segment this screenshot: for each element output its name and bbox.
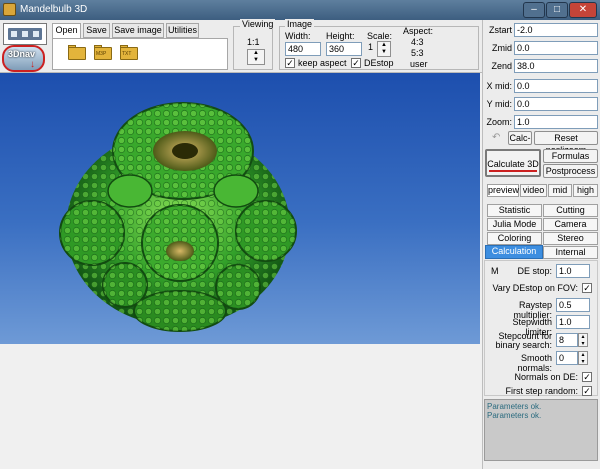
zstart-field[interactable]: -2.0 [514, 23, 598, 37]
tab-cutting[interactable]: Cutting [543, 204, 598, 217]
stepwidth-field[interactable]: 1.0 [556, 315, 590, 329]
first-step-random-checkbox[interactable]: ✓ [582, 386, 592, 396]
undo-icon[interactable]: ↶ [492, 132, 500, 143]
zstart-label: Zstart [488, 25, 512, 35]
width-label: Width: [285, 31, 311, 41]
txt-ext: TXT [122, 51, 132, 57]
3dnav-button[interactable]: 3Dnav ↓ [2, 45, 45, 72]
xmid-label: X mid: [486, 81, 512, 91]
aspect-label: Aspect: [403, 26, 434, 36]
de-stop-field[interactable]: 1.0 [556, 264, 590, 278]
zmid-field[interactable]: 0.0 [514, 41, 598, 55]
ymid-label: Y mid: [486, 99, 512, 109]
tab-stereo[interactable]: Stereo [543, 232, 598, 245]
window-title: Mandelbulb 3D [20, 4, 88, 15]
zoom-field[interactable]: 1.0 [514, 115, 598, 129]
smooth-normals-field[interactable]: 0 [556, 351, 578, 365]
status-line: Parameters ok. [487, 411, 542, 420]
mandelbulb-render [59, 102, 297, 332]
tab-save[interactable]: Save [83, 23, 110, 38]
destop-label: DEstop [364, 58, 394, 68]
tab-high[interactable]: high [573, 184, 598, 197]
ymid-field[interactable]: 0.0 [514, 97, 598, 111]
tab-open[interactable]: Open [52, 23, 81, 39]
title-bar: Mandelbulb 3D – □ ✕ [0, 0, 600, 20]
viewing-title: Viewing [240, 19, 276, 29]
tab-internal[interactable]: Internal [543, 246, 598, 259]
formulas-button[interactable]: Formulas [543, 149, 598, 163]
tab-calculation[interactable]: Calculation [485, 245, 543, 259]
zend-field[interactable]: 38.0 [514, 59, 598, 73]
vary-destop-label: Vary DEstop on FOV: [492, 283, 578, 293]
postprocess-button[interactable]: Postprocess [543, 164, 598, 178]
3dnav-label: 3Dnav [8, 49, 36, 59]
aspect-5-3[interactable]: 5:3 [411, 48, 424, 58]
vary-destop-checkbox[interactable]: ✓ [582, 283, 592, 293]
smooth-normals-label: Smooth normals: [517, 353, 552, 373]
scale-label: Scale: [367, 31, 393, 41]
aspect-4-3[interactable]: 4:3 [411, 37, 424, 47]
zoom-label: Zoom: [486, 117, 512, 127]
normals-on-de-checkbox[interactable]: ✓ [582, 372, 592, 382]
close-button[interactable]: ✕ [569, 2, 597, 18]
tab-preview[interactable]: preview [487, 184, 519, 197]
normals-on-de-label: Normals on DE: [514, 372, 578, 382]
tab-camera[interactable]: Camera [543, 218, 598, 231]
scale-spinner[interactable]: ▲ ▼ [377, 41, 391, 57]
render-viewport[interactable] [0, 73, 480, 344]
width-field[interactable]: 480 [285, 42, 321, 56]
stepcount-field[interactable]: 8 [556, 333, 578, 347]
tab-mid[interactable]: mid [548, 184, 572, 197]
tab-utilities[interactable]: Utilities [166, 23, 199, 38]
height-label: Height: [326, 31, 355, 41]
aspect-user[interactable]: user [410, 59, 428, 69]
tab-coloring[interactable]: Coloring [487, 232, 542, 245]
calc-minus-button[interactable]: Calc- [508, 131, 532, 145]
destop-checkbox[interactable]: ✓ [351, 58, 361, 68]
raystep-field[interactable]: 0.5 [556, 298, 590, 312]
de-stop-label: DE stop: [517, 266, 552, 276]
first-step-random-label: First step random: [505, 386, 578, 396]
tab-statistic[interactable]: Statistic [487, 204, 542, 217]
viewing-ratio: 1:1 [247, 37, 260, 47]
file-tabstrip: Open Save Save image Utilities [52, 23, 228, 39]
zmid-label: Zmid [492, 43, 512, 53]
stepcount-label: Stepcount for binary search: [486, 332, 552, 350]
cursor-marker-icon: ↓ [30, 59, 35, 70]
stepcount-spinner[interactable]: ▴ ▾ [578, 333, 588, 347]
folder-txt-icon[interactable]: TXT [117, 43, 141, 67]
xmid-field[interactable]: 0.0 [514, 79, 598, 93]
viewing-spinner[interactable]: ▲ ▼ [247, 49, 265, 65]
keep-aspect-checkbox[interactable]: ✓ [285, 58, 295, 68]
file-panel: M3P TXT [52, 38, 228, 70]
smooth-normals-spinner[interactable]: ▴ ▾ [578, 351, 588, 365]
status-log: Parameters ok. Parameters ok. [484, 399, 598, 461]
calculate-underline [489, 170, 537, 172]
tab-save-image[interactable]: Save image [112, 23, 164, 38]
minimize-button[interactable]: – [523, 2, 545, 18]
keep-aspect-label: keep aspect [298, 58, 347, 68]
app-icon [3, 3, 16, 16]
reset-poszoom-button[interactable]: Reset poslizoom [534, 131, 598, 155]
folder-m3p-icon[interactable]: M3P [91, 43, 115, 67]
zend-label: Zend [491, 61, 512, 71]
image-title: Image [285, 19, 315, 29]
maximize-button[interactable]: □ [546, 2, 568, 18]
film-logo-icon [3, 23, 47, 45]
tab-video[interactable]: video [520, 184, 547, 197]
height-field[interactable]: 360 [326, 42, 362, 56]
stepcount-label-line2: binary search: [495, 340, 552, 350]
status-line: Parameters ok. [487, 402, 542, 411]
folder-open-icon[interactable] [65, 43, 89, 67]
empty-area [0, 344, 482, 469]
calculate-3d-button[interactable]: Calculate 3D [485, 149, 541, 177]
tab-julia-mode[interactable]: Julia Mode [487, 218, 542, 231]
m-label: M [491, 266, 499, 276]
m3p-ext: M3P [96, 51, 107, 57]
